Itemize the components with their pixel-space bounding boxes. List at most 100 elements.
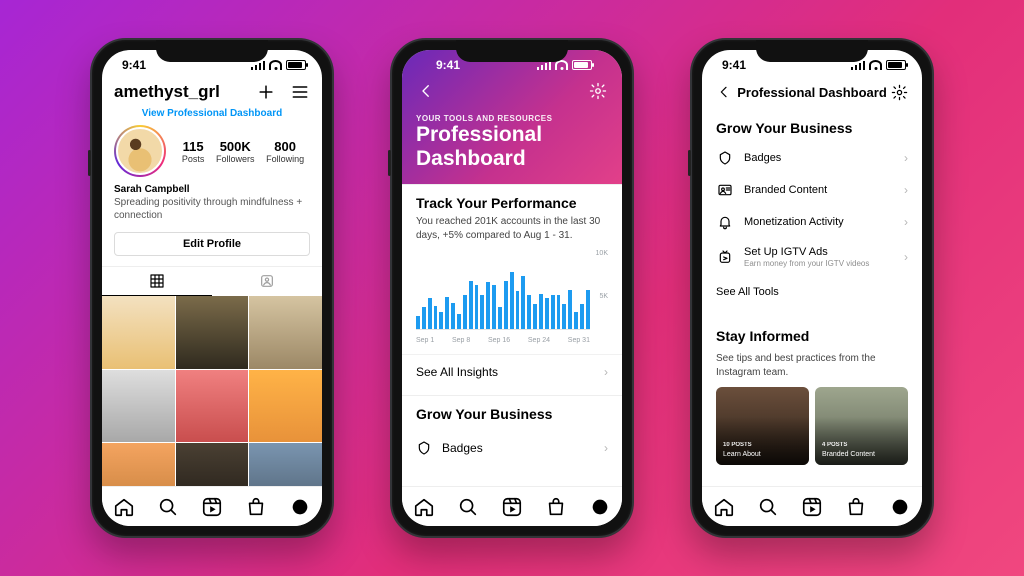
chart-bar xyxy=(434,306,438,329)
battery-icon xyxy=(886,60,906,70)
battery-icon xyxy=(286,60,306,70)
avatar[interactable] xyxy=(114,125,166,177)
nav-reels-icon[interactable] xyxy=(201,496,223,518)
settings-icon[interactable] xyxy=(890,82,910,102)
edit-profile-button[interactable]: Edit Profile xyxy=(114,232,310,256)
bell-icon xyxy=(716,214,734,230)
section-title: Stay Informed xyxy=(702,320,922,350)
bottom-nav xyxy=(402,486,622,526)
chart-bar xyxy=(416,316,420,329)
chart-bar xyxy=(580,304,584,329)
chart-bar xyxy=(492,285,496,329)
wifi-icon xyxy=(869,60,882,70)
profile-stats-row: 115 Posts 500K Followers 800 Following xyxy=(102,125,322,177)
nav-profile-icon[interactable] xyxy=(889,496,911,518)
y-tick: 10K xyxy=(596,250,608,257)
settings-icon[interactable] xyxy=(588,81,608,101)
back-button[interactable] xyxy=(714,82,734,102)
chart-bar xyxy=(510,272,514,329)
tip-posts: 4 POSTS xyxy=(822,442,875,449)
section-body: You reached 201K accounts in the last 30… xyxy=(416,215,608,242)
igtv-icon xyxy=(716,249,734,265)
informed-body: See tips and best practices from the Ins… xyxy=(702,350,922,387)
post-tile[interactable] xyxy=(249,370,322,443)
hero-eyebrow: YOUR TOOLS AND RESOURCES xyxy=(416,114,608,123)
x-tick: Sep 8 xyxy=(452,337,470,344)
battery-icon xyxy=(572,60,592,70)
back-button[interactable] xyxy=(416,81,436,101)
nav-profile-icon[interactable] xyxy=(289,496,311,518)
tips-carousel[interactable]: 10 POSTS Learn About 4 POSTS Branded Con… xyxy=(702,387,922,465)
tab-grid[interactable] xyxy=(102,267,212,296)
post-tile[interactable] xyxy=(102,443,175,486)
nav-search-icon[interactable] xyxy=(157,496,179,518)
notch xyxy=(156,40,268,62)
wifi-icon xyxy=(269,60,282,70)
nav-profile-icon[interactable] xyxy=(589,496,611,518)
insights-chart: 10K 5K Sep 1Sep 8Sep 16Sep 24Sep 31 xyxy=(416,252,608,344)
bio: Sarah Campbell Spreading positivity thro… xyxy=(102,177,322,226)
chart-bar xyxy=(486,282,490,329)
tool-item-bell[interactable]: Monetization Activity › xyxy=(702,206,922,238)
post-tile[interactable] xyxy=(176,296,249,369)
post-grid xyxy=(102,296,322,486)
notch xyxy=(456,40,568,62)
nav-shop-icon[interactable] xyxy=(245,496,267,518)
page-title: Professional Dashboard xyxy=(737,85,887,100)
post-tile[interactable] xyxy=(249,443,322,486)
post-tile[interactable] xyxy=(176,443,249,486)
badges-row[interactable]: Badges › xyxy=(402,430,622,466)
view-dashboard-link[interactable]: View Professional Dashboard xyxy=(102,108,322,119)
notch xyxy=(756,40,868,62)
phone-dashboard: 9:41 YOUR TOOLS AND RESOURCES Profession… xyxy=(390,38,634,538)
post-tile[interactable] xyxy=(176,370,249,443)
tool-item-badge[interactable]: Badges › xyxy=(702,142,922,174)
nav-home-icon[interactable] xyxy=(713,496,735,518)
display-name: Sarah Campbell xyxy=(114,183,310,196)
list-item-subtitle: Earn money from your IGTV videos xyxy=(744,259,894,268)
nav-reels-icon[interactable] xyxy=(501,496,523,518)
x-tick: Sep 31 xyxy=(568,337,590,344)
nav-home-icon[interactable] xyxy=(113,496,135,518)
nav-shop-icon[interactable] xyxy=(845,496,867,518)
stat-following[interactable]: 800 Following xyxy=(266,139,304,164)
list-item-label: Monetization Activity xyxy=(744,216,894,228)
post-tile[interactable] xyxy=(249,296,322,369)
nav-search-icon[interactable] xyxy=(457,496,479,518)
page-header: Professional Dashboard xyxy=(702,80,922,110)
stat-posts[interactable]: 115 Posts xyxy=(182,139,205,164)
see-all-tools-link[interactable]: See All Tools xyxy=(702,276,922,308)
row-label: See All Insights xyxy=(416,365,498,379)
menu-button[interactable] xyxy=(290,82,310,102)
section-title: Grow Your Business xyxy=(416,406,608,422)
x-tick: Sep 1 xyxy=(416,337,434,344)
stat-followers[interactable]: 500K Followers xyxy=(216,139,255,164)
chevron-right-icon: › xyxy=(904,215,908,229)
tip-title: Branded Content xyxy=(822,451,875,458)
chart-bar xyxy=(586,290,590,329)
profile-header: amethyst_grl xyxy=(102,80,322,106)
chart-bar xyxy=(533,304,537,329)
nav-home-icon[interactable] xyxy=(413,496,435,518)
chevron-right-icon: › xyxy=(904,151,908,165)
tab-tagged[interactable] xyxy=(212,267,322,296)
nav-shop-icon[interactable] xyxy=(545,496,567,518)
username[interactable]: amethyst_grl xyxy=(114,82,220,102)
post-tile[interactable] xyxy=(102,296,175,369)
phone-tools: 9:41 Professional Dashboard Grow Your Bu… xyxy=(690,38,934,538)
tip-card[interactable]: 4 POSTS Branded Content xyxy=(815,387,908,465)
list-item-label: Branded Content xyxy=(744,184,894,196)
post-tile[interactable] xyxy=(102,370,175,443)
y-tick: 5K xyxy=(599,293,608,300)
chart-bar xyxy=(445,297,449,329)
bottom-nav xyxy=(702,486,922,526)
nav-reels-icon[interactable] xyxy=(801,496,823,518)
list-item-label: Badges xyxy=(744,152,894,164)
tool-item-igtv[interactable]: Set Up IGTV AdsEarn money from your IGTV… xyxy=(702,238,922,276)
create-post-button[interactable] xyxy=(256,82,276,102)
nav-search-icon[interactable] xyxy=(757,496,779,518)
chart-bar xyxy=(504,281,508,329)
see-all-insights-link[interactable]: See All Insights › xyxy=(402,354,622,389)
tool-item-branded[interactable]: Branded Content› xyxy=(702,174,922,206)
tip-card[interactable]: 10 POSTS Learn About xyxy=(716,387,809,465)
